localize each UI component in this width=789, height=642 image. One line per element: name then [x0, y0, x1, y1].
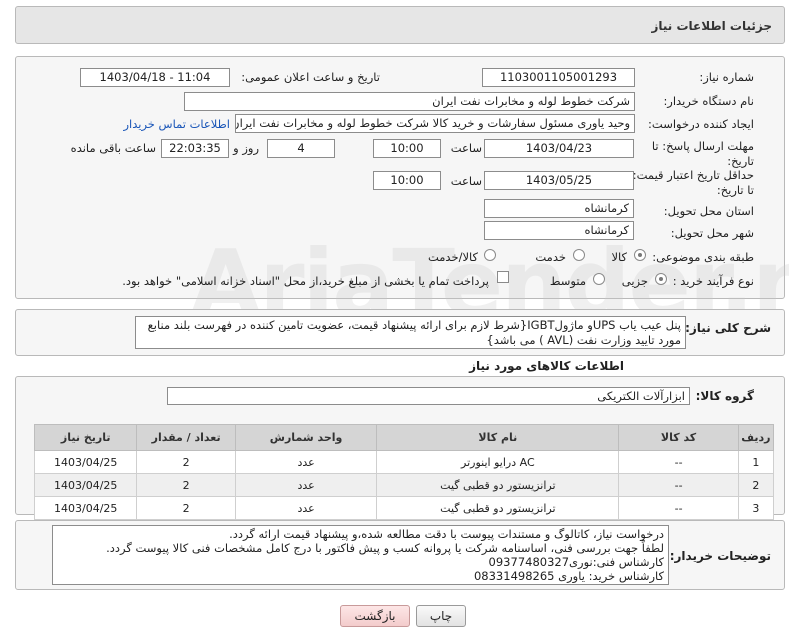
print-button[interactable]: چاپ: [416, 605, 466, 627]
buyer-org-label: نام دستگاه خریدار:: [663, 94, 754, 108]
process-option-medium: متوسط: [549, 274, 586, 288]
validity-time-label: ساعت: [450, 174, 482, 188]
treasury-payment-checkbox[interactable]: [497, 271, 509, 283]
description-label: شرح کلی نیاز:: [685, 321, 771, 335]
treasury-payment-note: پرداخت تمام یا بخشی از مبلغ خرید،از محل …: [122, 274, 489, 288]
cell-name: ترانزیستور دو قطبی گیت: [376, 496, 620, 520]
announce-field: 1403/04/18 - 11:04: [80, 68, 230, 87]
city-label: شهر محل تحویل:: [670, 226, 754, 240]
process-label: نوع فرآیند خرید :: [672, 274, 754, 288]
buyer-notes-line-4: کارشناس خرید: یاوری 08331498265: [473, 569, 664, 583]
remaining-time-field: 22:03:35: [161, 139, 229, 158]
col-item-code: کد کالا: [618, 424, 739, 451]
process-radio-minor[interactable]: [655, 273, 667, 285]
validity-date-field: 1403/05/25: [484, 171, 634, 190]
col-unit: واحد شمارش: [234, 424, 378, 451]
category-option-both: کالا/خدمت: [427, 250, 478, 264]
goods-group-field: ابزارآلات الکتریکی: [167, 387, 690, 405]
announce-label: تاریخ و ساعت اعلان عمومی:: [241, 70, 380, 84]
cell-unit: عدد: [234, 496, 378, 520]
table-row: 1403/04/25 2 عدد ترانزیستور دو قطبی گیت …: [33, 496, 775, 520]
cell-unit: عدد: [234, 473, 378, 497]
buyer-notes-label: توضیحات خریدار:: [669, 549, 771, 563]
category-option-service: خدمت: [535, 250, 566, 264]
goods-table-header: تاریخ نیاز تعداد / مقدار واحد شمارش نام …: [33, 424, 775, 451]
category-label: طبقه بندی موضوعی:: [652, 250, 754, 264]
header-panel: جزئیات اطلاعات نیاز: [15, 6, 785, 44]
table-row: 1403/04/25 2 عدد درایو اینورتر AC -- 1: [33, 450, 775, 474]
description-line-1: پنل عیب یاب UPSو ماژولIGBT{شرط لازم برای…: [147, 318, 681, 332]
days-label: روز و: [233, 141, 259, 155]
buyer-notes-line-1: درخواست نیاز، کاتالوگ و مستندات پیوست با…: [229, 527, 664, 541]
goods-section-title: اطلاعات کالاهای مورد نیاز: [469, 359, 624, 373]
remaining-label: ساعت باقی مانده: [70, 141, 156, 155]
back-button[interactable]: بازگشت: [340, 605, 410, 627]
requester-label: ایجاد کننده درخواست:: [648, 117, 754, 131]
process-option-minor: جزیی: [621, 274, 648, 288]
col-row: ردیف: [737, 424, 775, 451]
cell-qty: 2: [136, 496, 236, 520]
requester-field: وحید یاوری مسئول سفارشات و خرید کالا شرک…: [235, 114, 635, 133]
category-option-goods: کالا: [611, 250, 627, 264]
col-quantity: تعداد / مقدار: [136, 424, 236, 451]
buyer-notes-textarea: درخواست نیاز، کاتالوگ و مستندات پیوست با…: [52, 525, 669, 585]
goods-group-label: گروه کالا:: [695, 389, 754, 403]
description-line-2: مورد تایید وزارت نفت (AVL ) می باشد}: [486, 333, 681, 347]
reply-time-label: ساعت: [450, 141, 482, 155]
cell-index: 2: [737, 473, 775, 497]
province-field: کرمانشاه: [484, 199, 634, 218]
buyer-notes-line-2: لطفاً جهت بررسی فنی، اساسنامه شرکت یا پر…: [106, 541, 664, 555]
days-field: 4: [267, 139, 335, 158]
process-radio-medium[interactable]: [593, 273, 605, 285]
cell-date: 1403/04/25: [33, 496, 138, 520]
cell-qty: 2: [136, 450, 236, 474]
cell-date: 1403/04/25: [33, 473, 138, 497]
cell-index: 1: [737, 450, 775, 474]
validity-time-field: 10:00: [373, 171, 441, 190]
cell-unit: عدد: [234, 450, 378, 474]
col-item-name: نام کالا: [376, 424, 620, 451]
description-textarea: پنل عیب یاب UPSو ماژولIGBT{شرط لازم برای…: [135, 316, 686, 349]
buyer-notes-line-3: کارشناس فنی:نوری09377480327: [488, 555, 664, 569]
cell-code: --: [618, 450, 739, 474]
city-field: کرمانشاه: [484, 221, 634, 240]
province-label: استان محل تحویل:: [663, 204, 754, 218]
cell-code: --: [618, 496, 739, 520]
cell-index: 3: [737, 496, 775, 520]
category-radio-both[interactable]: [484, 249, 496, 261]
need-number-field: 1103001105001293: [482, 68, 635, 87]
category-radio-goods[interactable]: [634, 249, 646, 261]
table-row: 1403/04/25 2 عدد ترانزیستور دو قطبی گیت …: [33, 473, 775, 497]
goods-table: تاریخ نیاز تعداد / مقدار واحد شمارش نام …: [33, 424, 775, 520]
buyer-org-field: شرکت خطوط لوله و مخابرات نفت ایران: [184, 92, 635, 111]
need-number-label: شماره نیاز:: [699, 70, 754, 84]
page-title: جزئیات اطلاعات نیاز: [651, 19, 772, 33]
cell-name: درایو اینورتر AC: [376, 450, 620, 474]
cell-name: ترانزیستور دو قطبی گیت: [376, 473, 620, 497]
reply-deadline-label: مهلت ارسال پاسخ: تا تاریخ:: [651, 139, 754, 168]
cell-date: 1403/04/25: [33, 450, 138, 474]
cell-code: --: [618, 473, 739, 497]
category-radio-service[interactable]: [573, 249, 585, 261]
contact-info-link[interactable]: اطلاعات تماس خریدار: [123, 117, 230, 131]
reply-date-field: 1403/04/23: [484, 139, 634, 158]
col-need-date: تاریخ نیاز: [33, 424, 138, 451]
cell-qty: 2: [136, 473, 236, 497]
reply-time-field: 10:00: [373, 139, 441, 158]
validity-label: حداقل تاریخ اعتبار قیمت: تا تاریخ:: [632, 168, 754, 197]
